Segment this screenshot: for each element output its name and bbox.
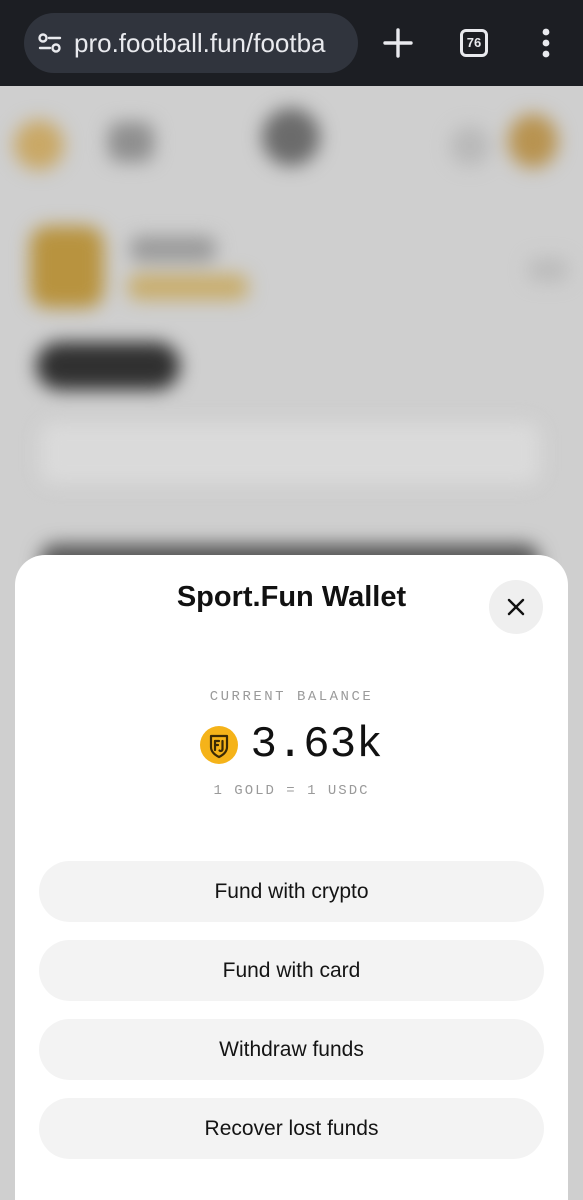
tune-icon[interactable] xyxy=(36,29,64,57)
address-bar[interactable]: pro.football.fun/footba xyxy=(24,13,358,73)
fund-with-card-button[interactable]: Fund with card xyxy=(39,940,544,1001)
recover-lost-funds-button[interactable]: Recover lost funds xyxy=(39,1098,544,1159)
balance-row: 3.63k xyxy=(15,717,568,773)
sheet-title: Sport.Fun Wallet xyxy=(176,581,407,613)
withdraw-funds-button[interactable]: Withdraw funds xyxy=(39,1019,544,1080)
plus-icon[interactable] xyxy=(378,23,418,63)
balance-value: 3.63k xyxy=(250,720,383,770)
wallet-sheet: Sport.Fun Wallet CURRENT BALANCE 3.63k 1… xyxy=(15,555,568,1200)
more-vertical-icon[interactable] xyxy=(532,23,560,63)
close-icon xyxy=(507,598,525,616)
url-text[interactable]: pro.football.fun/footba xyxy=(74,13,326,73)
browser-toolbar: pro.football.fun/footba 76 xyxy=(0,0,583,86)
gold-coin-icon xyxy=(200,726,239,764)
fund-with-crypto-button[interactable]: Fund with crypto xyxy=(39,861,544,922)
exchange-rate-label: 1 GOLD = 1 USDC xyxy=(213,783,370,799)
balance-label: CURRENT BALANCE xyxy=(209,689,374,705)
tab-switcher-button[interactable]: 76 xyxy=(460,29,488,57)
close-button[interactable] xyxy=(489,580,543,634)
tab-count: 76 xyxy=(466,35,482,50)
